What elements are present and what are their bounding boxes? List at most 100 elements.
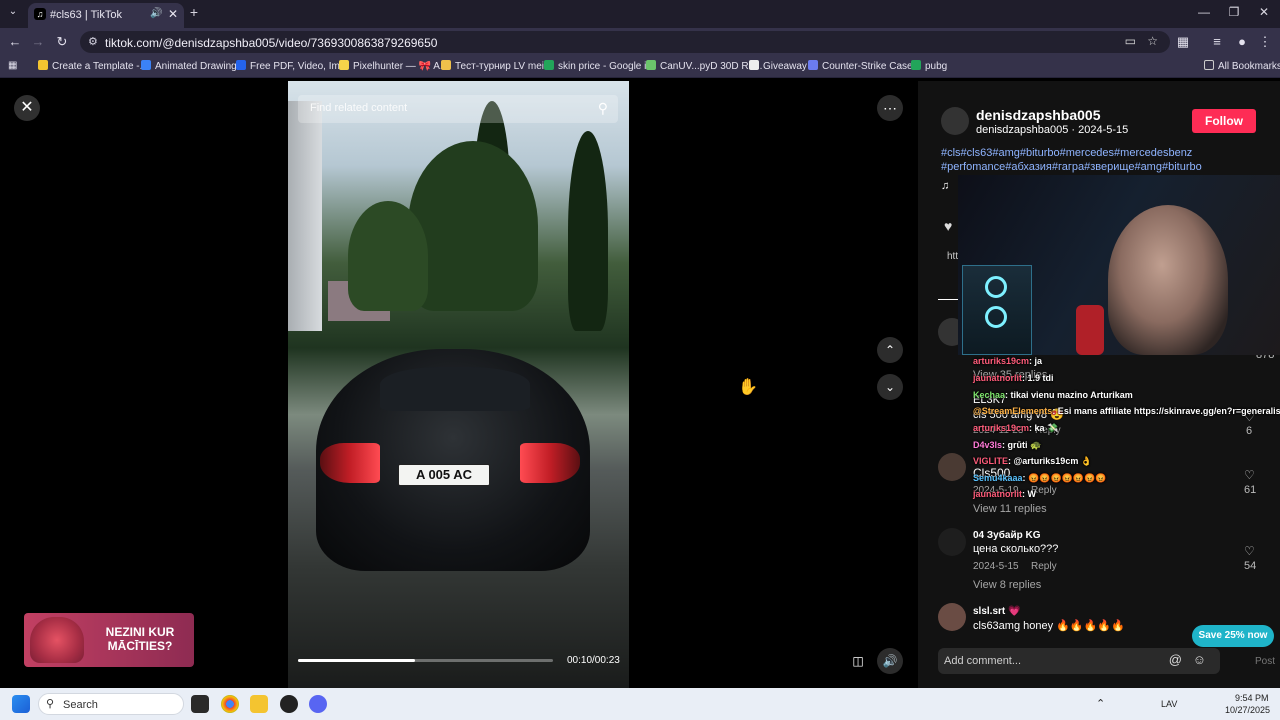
task-view-icon[interactable] xyxy=(191,695,209,713)
url-text[interactable]: tiktok.com/@denisdzapshba005/video/73693… xyxy=(105,36,437,50)
file-explorer-icon[interactable] xyxy=(250,695,268,713)
close-video-button[interactable]: ✕ xyxy=(14,95,40,121)
search-icon[interactable]: ⚲ xyxy=(598,100,608,117)
link-prefix[interactable]: htt xyxy=(947,251,958,262)
view-replies[interactable]: View 8 replies xyxy=(973,579,1041,591)
new-tab-button[interactable]: + xyxy=(184,4,204,20)
previous-video-button[interactable]: ⌃ xyxy=(877,337,903,363)
restore-button[interactable]: ❐ xyxy=(1224,5,1244,19)
webcam-pc-case xyxy=(962,265,1032,355)
hashtags-line[interactable]: #cls#cls63#amg#biturbo#mercedes#mercedes… xyxy=(941,146,1241,160)
author-avatar[interactable] xyxy=(941,107,969,135)
comment-like-icon[interactable]: ♡ xyxy=(1244,544,1255,558)
bookmark-favicon xyxy=(339,60,349,70)
stream-chat-username: jaunatnorlit xyxy=(973,489,1022,499)
bookmark-item[interactable]: CanUV...pyD 30D Re... xyxy=(646,60,762,72)
all-bookmarks[interactable]: All Bookmarks xyxy=(1204,60,1280,72)
tab-close-icon[interactable]: ✕ xyxy=(168,7,178,21)
bookmark-item[interactable]: Тест-турнир LV mei... xyxy=(441,60,552,72)
hashtags-line[interactable]: #perfomance#абхазия#гагра#зверище#amg#bi… xyxy=(941,160,1241,174)
bookmark-item[interactable]: Free PDF, Video, Im... xyxy=(236,60,348,72)
reload-icon[interactable]: ↻ xyxy=(53,34,71,50)
site-info-icon[interactable]: ⚙ xyxy=(88,35,98,48)
discord-icon[interactable] xyxy=(309,695,327,713)
like-heart-icon[interactable]: ♥ xyxy=(944,218,952,234)
pip-icon[interactable]: ◫ xyxy=(845,648,871,674)
related-search-input[interactable]: Find related content ⚲ xyxy=(298,95,618,123)
cast-icon[interactable]: ▭ xyxy=(1125,34,1136,48)
language-indicator[interactable]: LAV xyxy=(1161,699,1177,709)
forward-icon[interactable]: → xyxy=(29,34,47,49)
reply-link[interactable]: Reply xyxy=(1031,561,1057,572)
stream-chat-line: jaunatnorlit: W xyxy=(973,489,1036,499)
video-progress-fill xyxy=(298,659,416,662)
clock-date[interactable]: 10/27/2025 xyxy=(1225,705,1270,715)
emoji-icon[interactable]: ☺ xyxy=(1193,652,1206,667)
stream-chat-line: Kechaa: tikai vienu mazino Arturikam xyxy=(973,390,1133,400)
tray-overflow-icon[interactable]: ⌃ xyxy=(1096,697,1105,710)
volume-icon[interactable]: 🔊 xyxy=(877,648,903,674)
bookmark-item[interactable]: skin price - Google i... xyxy=(544,60,655,72)
tab-active[interactable]: ♫ #cls63 | TikTok 🔊 ✕ xyxy=(28,3,184,28)
reading-list-icon[interactable]: ≡ xyxy=(1208,34,1226,49)
bookmark-favicon xyxy=(646,60,656,70)
bookmark-item[interactable]: Create a Template -... xyxy=(38,60,148,72)
ad-mascot xyxy=(30,617,84,663)
windows-taskbar: ⚲ Search ⌃ LAV 9:54 PM 10/27/2025 xyxy=(0,688,1280,720)
bookmark-item[interactable]: Giveaway xyxy=(749,60,807,72)
ad-banner[interactable]: NEZINI KUR MĀCĪTIES? xyxy=(24,613,194,667)
stream-chat-username: jaunatnorlit xyxy=(973,373,1022,383)
commenter-name[interactable]: slsl.srt 💗 xyxy=(973,606,1020,617)
bookmark-item[interactable]: Pixelhunter — 🎀 A... xyxy=(339,60,448,72)
app-icon[interactable] xyxy=(280,695,298,713)
comment-input[interactable]: Add comment... @ ☺ xyxy=(938,648,1220,674)
video-description: #cls#cls63#amg#biturbo#mercedes#mercedes… xyxy=(941,146,1241,174)
music-icon[interactable]: ♫ xyxy=(941,180,949,192)
apps-icon[interactable]: ▦ xyxy=(8,60,17,71)
stream-chat-message: : tikai vienu mazino Arturikam xyxy=(1005,390,1133,400)
view-replies[interactable]: View 11 replies xyxy=(973,503,1047,515)
next-video-button[interactable]: ⌄ xyxy=(877,374,903,400)
extensions-icon[interactable]: ▦ xyxy=(1174,34,1192,50)
bookmark-item[interactable]: pubg xyxy=(911,60,947,72)
comments-panel: denisdzapshba005 denisdzapshba005 · 2024… xyxy=(918,81,1280,688)
windows-start-icon[interactable] xyxy=(12,695,30,713)
video-player[interactable]: A 005 AC Find related content ⚲ 00:10/00… xyxy=(288,81,629,688)
follow-button[interactable]: Follow xyxy=(1192,109,1256,133)
comment-likes: 54 xyxy=(1244,560,1257,572)
post-button[interactable]: Post xyxy=(1255,656,1275,667)
comment-like-icon[interactable]: ♡ xyxy=(1244,468,1255,482)
taskbar-search[interactable]: ⚲ Search xyxy=(38,693,184,715)
mention-icon[interactable]: @ xyxy=(1169,652,1182,667)
commenter-avatar[interactable] xyxy=(938,603,966,631)
back-icon[interactable]: ← xyxy=(6,34,24,49)
tab-audio-icon[interactable]: 🔊 xyxy=(150,8,162,19)
bookmark-item[interactable]: Animated Drawings xyxy=(141,60,242,72)
commenter-name[interactable]: 04 Зубайр KG xyxy=(973,530,1041,541)
stream-chat-line: arturiks19cm: ja xyxy=(973,356,1042,366)
more-options-icon[interactable]: ⋯ xyxy=(877,95,903,121)
author-username[interactable]: denisdzapshba005 xyxy=(976,107,1101,123)
search-icon: ⚲ xyxy=(46,698,55,710)
commenter-avatar[interactable] xyxy=(938,453,966,481)
bookmark-favicon xyxy=(749,60,759,70)
commenter-avatar[interactable] xyxy=(938,528,966,556)
tab-search-icon[interactable]: ⌄ xyxy=(4,6,22,17)
address-bar[interactable]: ⚙ tiktok.com/@denisdzapshba005/video/736… xyxy=(80,31,1170,53)
menu-icon[interactable]: ⋮ xyxy=(1256,34,1274,50)
minimize-button[interactable]: — xyxy=(1194,5,1214,19)
video-tree xyxy=(348,201,428,311)
pc-fan xyxy=(985,306,1007,328)
video-progress-bar[interactable] xyxy=(298,659,553,662)
license-plate: A 005 AC xyxy=(398,464,490,486)
bookmark-favicon xyxy=(808,60,818,70)
window-close-button[interactable]: ✕ xyxy=(1254,5,1274,19)
clock-time[interactable]: 9:54 PM xyxy=(1235,693,1269,703)
profile-avatar[interactable]: ● xyxy=(1233,34,1251,49)
chrome-icon[interactable] xyxy=(221,695,239,713)
save-discount-button[interactable]: Save 25% now xyxy=(1192,625,1274,647)
bookmark-item[interactable]: Counter-Strike Case... xyxy=(808,60,921,72)
author-subline: denisdzapshba005 · 2024-5-15 xyxy=(976,124,1129,136)
bookmark-star-icon[interactable]: ☆ xyxy=(1147,34,1158,48)
webcam-streamer xyxy=(1108,205,1228,355)
